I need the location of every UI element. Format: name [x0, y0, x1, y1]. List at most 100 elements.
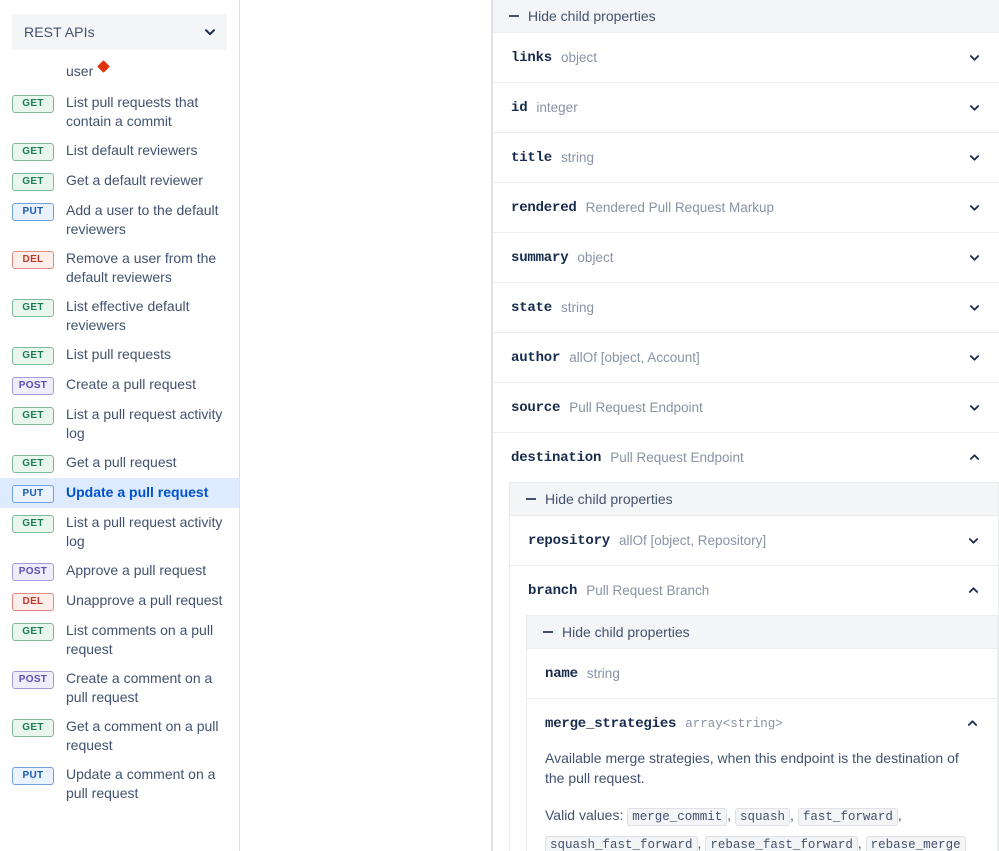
method-badge: GET [12, 515, 54, 533]
method-badge: DEL [12, 251, 54, 269]
hide-child-properties-label: Hide child properties [545, 491, 673, 507]
sidebar-item-update-a-comment-on-a-pull-request[interactable]: PUT Update a comment on a pull request [0, 760, 239, 808]
sidebar-item-label: Unapprove a pull request [66, 592, 223, 608]
chevron-down-icon[interactable] [968, 51, 981, 64]
sidebar-item-label: List pull requests [66, 346, 172, 362]
property-type: allOf [object, Account] [569, 350, 700, 365]
chevron-down-icon[interactable] [968, 251, 981, 264]
sidebar-item-list-default-reviewers[interactable]: GET List default reviewers [0, 136, 239, 166]
sidebar-item-label: Get a default reviewer [66, 172, 203, 188]
property-name: destination [511, 449, 602, 466]
method-badge: GET [12, 455, 54, 473]
property-header-id[interactable]: id integer [493, 83, 999, 132]
property-header-name[interactable]: name string [527, 649, 997, 698]
hide-child-properties-toggle-root[interactable]: Hide child properties [493, 0, 999, 33]
chevron-down-icon[interactable] [968, 151, 981, 164]
property-description: Available merge strategies, when this en… [545, 750, 959, 786]
api-group-selector-label: REST APIs [24, 24, 95, 40]
chevron-down-icon[interactable] [968, 201, 981, 214]
sidebar-item-unapprove-a-pull-request[interactable]: DEL Unapprove a pull request [0, 586, 239, 616]
property-name: repository [528, 532, 611, 549]
sidebar-item-get-a-default-reviewer[interactable]: GET Get a default reviewer [0, 166, 239, 196]
sidebar-item-remove-a-user-from-the-default-reviewers[interactable]: DEL Remove a user from the default revie… [0, 244, 239, 292]
property-name: source [511, 399, 561, 416]
chevron-up-icon[interactable] [968, 451, 981, 464]
property-header-destination[interactable]: destination Pull Request Endpoint [493, 433, 999, 482]
chevron-up-icon[interactable] [967, 584, 980, 597]
property-row-title: title string [493, 133, 999, 183]
method-badge: PUT [12, 203, 54, 221]
method-badge: GET [12, 719, 54, 737]
valid-value-chip: rebase_merge [865, 836, 966, 851]
chevron-down-icon [205, 29, 215, 36]
property-header-merge-strategies[interactable]: merge_strategies array<string> [527, 699, 997, 748]
sidebar-item-list-a-pull-request-activity-log-2[interactable]: GET List a pull request activity log [0, 508, 239, 556]
property-row-branch: branch Pull Request Branch Hide child pr… [510, 566, 998, 851]
sidebar-item-get-a-comment-on-a-pull-request[interactable]: GET Get a comment on a pull request [0, 712, 239, 760]
chevron-down-icon[interactable] [968, 401, 981, 414]
children-destination: Hide child properties repository allOf [… [509, 482, 999, 851]
sidebar-item-approve-a-pull-request[interactable]: POST Approve a pull request [0, 556, 239, 586]
property-row-author: author allOf [object, Account] [493, 333, 999, 383]
hide-child-properties-label: Hide child properties [562, 624, 690, 640]
property-type: Pull Request Endpoint [610, 450, 744, 465]
property-header-author[interactable]: author allOf [object, Account] [493, 333, 999, 382]
sidebar-item-create-a-comment-on-a-pull-request[interactable]: POST Create a comment on a pull request [0, 664, 239, 712]
hide-child-properties-toggle-branch[interactable]: Hide child properties [527, 616, 997, 649]
chevron-down-icon[interactable] [967, 534, 980, 547]
method-badge: POST [12, 563, 54, 581]
valid-value-chip: squash [735, 808, 791, 826]
property-type: object [577, 250, 614, 265]
method-badge: GET [12, 407, 54, 425]
minus-icon [509, 15, 519, 17]
hide-child-properties-toggle-destination[interactable]: Hide child properties [510, 483, 998, 516]
chevron-down-icon[interactable] [968, 351, 981, 364]
property-header-source[interactable]: source Pull Request Endpoint [493, 383, 999, 432]
property-type: object [561, 50, 598, 65]
sidebar-item-label: Update a pull request [66, 484, 209, 500]
sidebar-item-update-a-pull-request[interactable]: PUT Update a pull request [0, 478, 239, 508]
method-badge: PUT [12, 767, 54, 785]
property-header-title[interactable]: title string [493, 133, 999, 182]
property-name: id [511, 99, 528, 116]
method-badge: GET [12, 95, 54, 113]
valid-value-chip: merge_commit [627, 808, 728, 826]
property-name: name [545, 665, 578, 682]
valid-value-chip: squash_fast_forward [545, 836, 698, 851]
property-row-destination: destination Pull Request Endpoint Hide c… [493, 433, 999, 851]
chevron-down-icon[interactable] [968, 101, 981, 114]
sidebar-item-list-a-pull-request-activity-log[interactable]: GET List a pull request activity log [0, 400, 239, 448]
sidebar-item-user[interactable]: user [0, 58, 239, 88]
property-header-summary[interactable]: summary object [493, 233, 999, 282]
property-header-links[interactable]: links object [493, 33, 999, 82]
minus-icon [526, 498, 536, 500]
property-row-name: name string [527, 649, 997, 699]
sidebar-item-label: Update a comment on a pull request [66, 766, 216, 801]
property-name: state [511, 299, 553, 316]
endpoint-list: user GET List pull requests that contain… [0, 58, 239, 818]
sidebar-item-list-pull-requests[interactable]: GET List pull requests [0, 340, 239, 370]
sidebar-item-list-pull-requests-that-contain-a-commit[interactable]: GET List pull requests that contain a co… [0, 88, 239, 136]
chevron-up-icon[interactable] [966, 717, 979, 730]
property-name: title [511, 149, 553, 166]
valid-value-chip: fast_forward [797, 808, 898, 826]
property-header-branch[interactable]: branch Pull Request Branch [510, 566, 998, 615]
property-name: merge_strategies [545, 715, 677, 732]
sidebar-item-create-a-pull-request[interactable]: POST Create a pull request [0, 370, 239, 400]
sidebar-item-label: user [66, 63, 94, 79]
sidebar-item-list-effective-default-reviewers[interactable]: GET List effective default reviewers [0, 292, 239, 340]
main-content-column [240, 0, 492, 851]
property-header-repository[interactable]: repository allOf [object, Repository] [510, 516, 998, 565]
sidebar-item-label: List pull requests that contain a commit [66, 94, 199, 129]
method-badge: GET [12, 299, 54, 317]
sidebar-item-add-a-user-to-the-default-reviewers[interactable]: PUT Add a user to the default reviewers [0, 196, 239, 244]
property-header-rendered[interactable]: rendered Rendered Pull Request Markup [493, 183, 999, 232]
sidebar: REST APIs user GET List pull requests th… [0, 0, 240, 851]
sidebar-item-list-comments-on-a-pull-request[interactable]: GET List comments on a pull request [0, 616, 239, 664]
chevron-down-icon[interactable] [968, 301, 981, 314]
property-header-state[interactable]: state string [493, 283, 999, 332]
property-type: Pull Request Endpoint [569, 400, 703, 415]
api-group-selector[interactable]: REST APIs [12, 14, 227, 50]
sidebar-item-get-a-pull-request[interactable]: GET Get a pull request [0, 448, 239, 478]
valid-values-line: Valid values: merge_commit, squash, fast… [545, 802, 979, 851]
